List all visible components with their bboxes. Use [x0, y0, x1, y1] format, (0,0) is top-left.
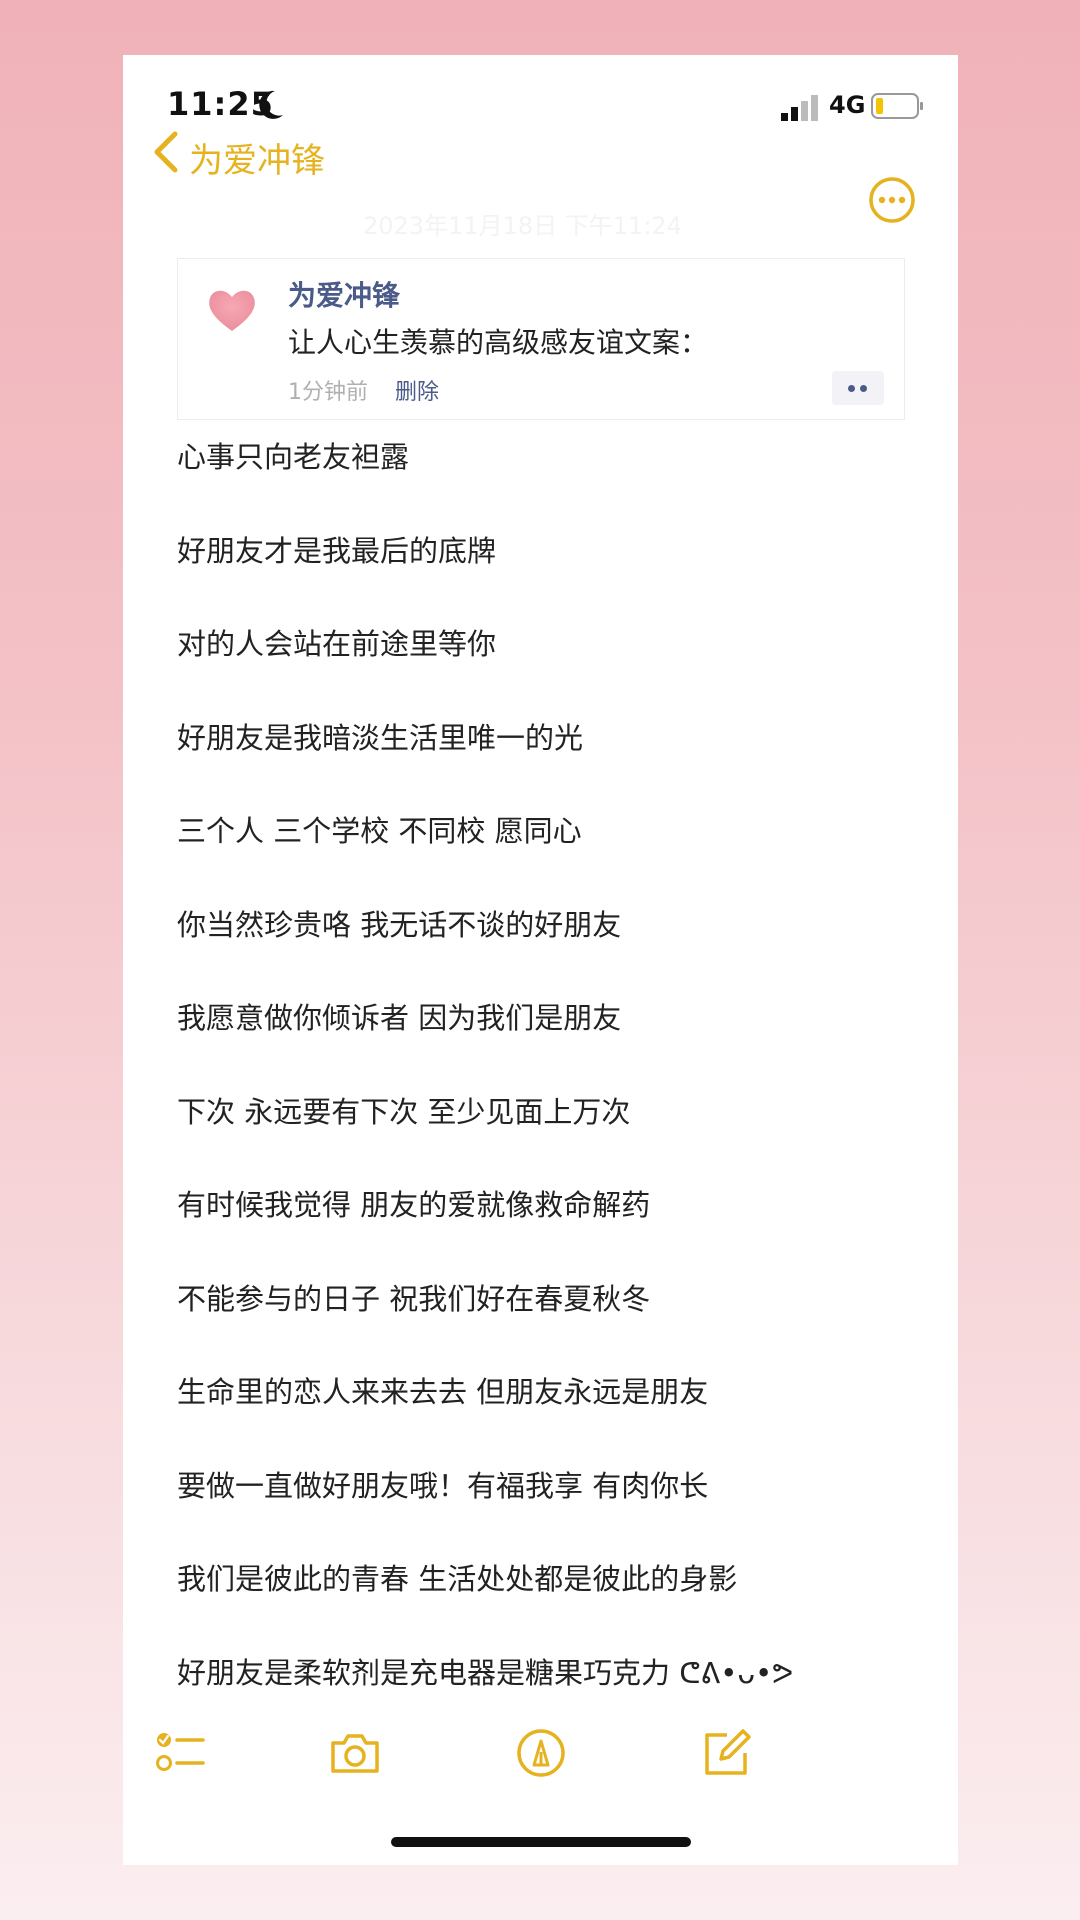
- notes-screen: 11:25 4G 为爱冲锋 2023年11月18日 下午11:24 为爱冲锋 让…: [123, 55, 958, 1865]
- chevron-left-icon[interactable]: [147, 128, 187, 176]
- battery-icon: [871, 93, 923, 119]
- card-text: 让人心生羡慕的高级感友谊文案：: [288, 326, 709, 359]
- back-button[interactable]: 为爱冲锋: [189, 133, 325, 182]
- card-more-button[interactable]: [832, 371, 884, 405]
- note-line: 生命里的恋人来来去去 但朋友永远是朋友: [177, 1375, 709, 1409]
- note-body[interactable]: 心事只向老友袒露 好朋友才是我最后的底牌 对的人会站在前途里等你 好朋友是我暗淡…: [177, 443, 917, 1752]
- note-line: 要做一直做好朋友哦！有福我享 有肉你长: [177, 1468, 709, 1503]
- delete-link[interactable]: 删除: [395, 374, 439, 406]
- card-timestamp: 1分钟前: [288, 380, 368, 405]
- signal-icon: [781, 95, 818, 121]
- network-label: 4G: [829, 91, 866, 119]
- note-line: 好朋友是我暗淡生活里唯一的光: [177, 720, 584, 755]
- shared-note-card[interactable]: 为爱冲锋 让人心生羡慕的高级感友谊文案： 1分钟前 删除: [177, 258, 905, 420]
- heart-icon: [209, 290, 255, 331]
- note-line: 我们是彼此的青春 生活处处都是彼此的身影: [177, 1562, 738, 1596]
- note-line: 心事只向老友袒露: [177, 440, 410, 474]
- card-title: 为爱冲锋: [288, 279, 401, 312]
- ellipsis-circle-icon[interactable]: [868, 176, 916, 224]
- note-line: 你当然珍贵咯 我无话不谈的好朋友: [177, 907, 622, 942]
- note-line: 三个人 三个学校 不同校 愿同心: [177, 814, 582, 848]
- checklist-icon[interactable]: [153, 1725, 209, 1781]
- note-date: 2023年11月18日 下午11:24: [363, 212, 682, 240]
- moon-icon: [259, 90, 283, 119]
- compose-icon[interactable]: [699, 1725, 755, 1781]
- note-line: 对的人会站在前途里等你: [177, 627, 497, 661]
- note-line: 我愿意做你倾诉者 因为我们是朋友: [177, 1001, 622, 1035]
- home-indicator[interactable]: [391, 1837, 691, 1847]
- note-line: 不能参与的日子 祝我们好在春夏秋冬: [177, 1281, 651, 1316]
- camera-icon[interactable]: [327, 1725, 383, 1781]
- note-line: 下次 永远要有下次 至少见面上万次: [177, 1094, 631, 1129]
- note-line: 好朋友才是我最后的底牌: [177, 533, 497, 568]
- bottom-toolbar: [123, 1725, 958, 1795]
- note-line: 有时候我觉得 朋友的爱就像救命解药: [177, 1188, 651, 1222]
- markup-pen-icon[interactable]: [513, 1725, 569, 1781]
